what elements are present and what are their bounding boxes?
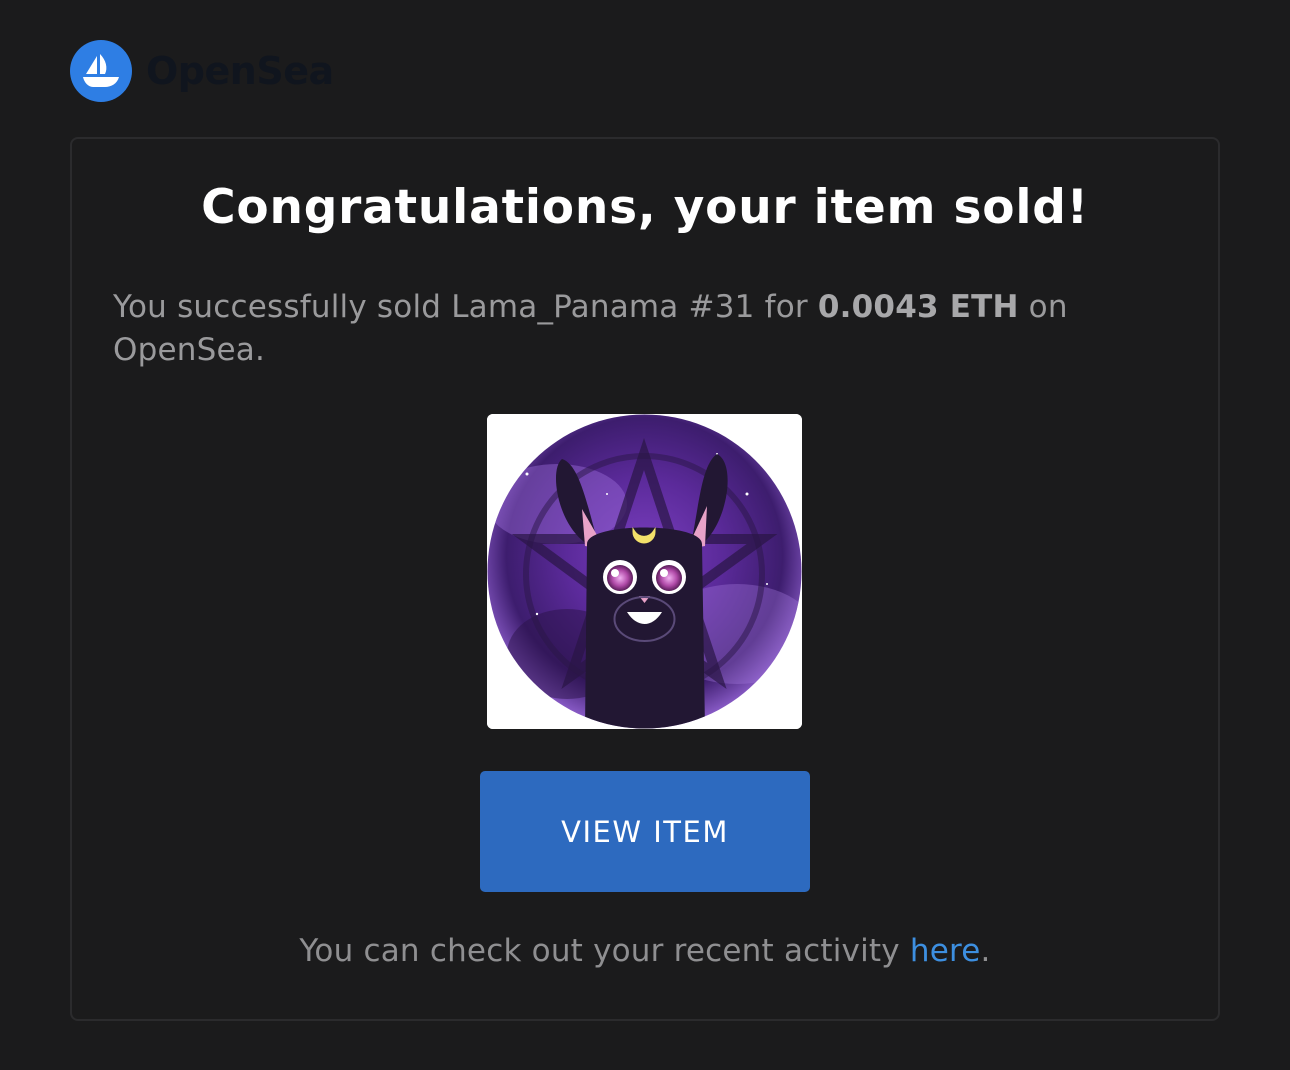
opensea-ship-icon[interactable] (70, 40, 132, 102)
sale-price: 0.0043 ETH (817, 289, 1019, 325)
activity-link[interactable]: here (910, 933, 981, 969)
footer-note: You can check out your recent activity h… (0, 933, 1290, 969)
message-prefix: You successfully sold Lama_Panama #31 fo… (113, 289, 818, 325)
footer-prefix: You can check out your recent activity (299, 933, 910, 969)
view-item-button[interactable]: VIEW ITEM (480, 771, 810, 892)
header: OpenSea (70, 40, 334, 102)
footer-suffix: . (980, 933, 991, 969)
brand-name[interactable]: OpenSea (146, 49, 334, 93)
nft-image[interactable] (487, 414, 802, 729)
sale-message: You successfully sold Lama_Panama #31 fo… (113, 286, 1073, 372)
page-title: Congratulations, your item sold! (201, 180, 1089, 235)
